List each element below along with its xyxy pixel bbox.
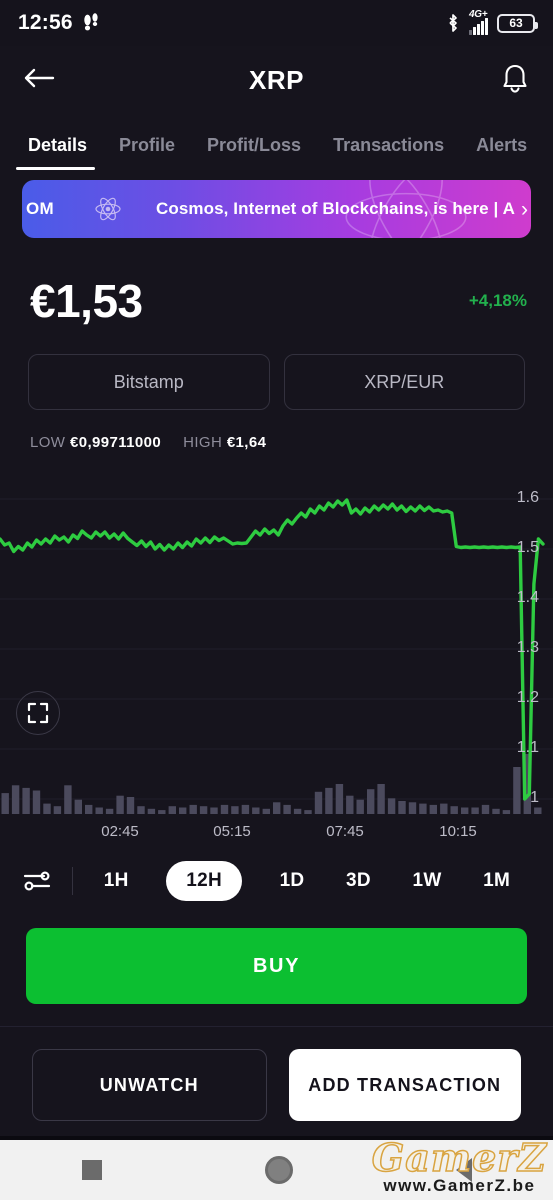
x-tick-label: 02:45 bbox=[101, 822, 139, 840]
tab-profit-loss[interactable]: Profit/Loss bbox=[191, 135, 317, 170]
chart-x-axis: 02:45 05:15 07:45 10:15 bbox=[0, 814, 553, 848]
high-stat: HIGH €1,64 bbox=[183, 434, 266, 451]
network-type-label: 4G+ bbox=[469, 8, 488, 20]
chart-settings-icon[interactable] bbox=[22, 868, 66, 894]
page-title: XRP bbox=[249, 64, 304, 95]
high-value: €1,64 bbox=[226, 434, 267, 451]
price-change-percent: +4,18% bbox=[468, 291, 527, 310]
circle-home-icon[interactable] bbox=[264, 1156, 293, 1184]
unwatch-button[interactable]: UNWATCH bbox=[32, 1049, 267, 1121]
footsteps-icon bbox=[83, 13, 99, 33]
high-label: HIGH bbox=[183, 434, 223, 451]
promo-banner-wrap: OM Cosmos, Internet of Blockchains, is h… bbox=[0, 170, 553, 238]
low-stat: LOW €0,99711000 bbox=[30, 434, 161, 451]
action-row: UNWATCH ADD TRANSACTION bbox=[0, 1027, 553, 1121]
buy-button[interactable]: BUY bbox=[26, 928, 527, 1004]
x-tick-label: 05:15 bbox=[213, 822, 251, 840]
price-chart[interactable]: 1.6 1.5 1.4 1.3 1.2 1.1 1 bbox=[0, 469, 553, 814]
exchange-selector[interactable]: Bitstamp bbox=[28, 354, 270, 410]
bell-icon bbox=[499, 61, 531, 100]
tab-transactions[interactable]: Transactions bbox=[317, 135, 460, 170]
low-value: €0,99711000 bbox=[69, 434, 162, 451]
timeframe-3d[interactable]: 3D bbox=[342, 862, 375, 900]
add-transaction-button[interactable]: ADD TRANSACTION bbox=[288, 1049, 521, 1121]
buy-zone: BUY bbox=[0, 914, 553, 1027]
banner-decoration bbox=[345, 180, 467, 238]
battery-icon: 63 bbox=[497, 13, 538, 33]
status-bar-right: 4G+ 63 bbox=[446, 8, 538, 35]
market-selectors: Bitstamp XRP/EUR bbox=[0, 328, 553, 410]
x-tick-label: 07:45 bbox=[326, 822, 364, 840]
timeframe-12h[interactable]: 12H bbox=[166, 861, 242, 901]
status-bar: 12:56 4G+ 63 bbox=[0, 0, 553, 46]
arrow-left-icon bbox=[22, 66, 56, 95]
pair-selector[interactable]: XRP/EUR bbox=[283, 354, 525, 410]
promo-banner[interactable]: OM Cosmos, Internet of Blockchains, is h… bbox=[22, 180, 531, 238]
timeframe-1m[interactable]: 1M bbox=[479, 862, 514, 900]
app-bar: XRP bbox=[0, 46, 553, 114]
bluetooth-icon bbox=[446, 13, 460, 33]
battery-level: 63 bbox=[509, 16, 523, 30]
timeframe-row: 1H 12H 1D 3D 1W 1M bbox=[0, 848, 553, 914]
system-nav-bar bbox=[0, 1140, 553, 1200]
price-row: €1,53 +4,18% bbox=[0, 238, 553, 328]
x-tick-label: 10:15 bbox=[439, 822, 477, 840]
tab-alerts[interactable]: Alerts bbox=[460, 135, 543, 170]
square-recents-icon[interactable] bbox=[81, 1160, 102, 1180]
alerts-bell-button[interactable] bbox=[487, 58, 531, 102]
status-bar-left: 12:56 bbox=[18, 11, 99, 35]
current-price: €1,53 bbox=[30, 275, 143, 327]
triangle-back-icon[interactable] bbox=[455, 1158, 472, 1182]
tab-profile[interactable]: Profile bbox=[103, 135, 191, 170]
timeframe-1h[interactable]: 1H bbox=[100, 862, 133, 900]
timeframe-options: 1H 12H 1D 3D 1W 1M bbox=[83, 861, 531, 901]
chevron-right-icon: › bbox=[521, 197, 528, 221]
tab-details[interactable]: Details bbox=[16, 135, 103, 170]
low-high-row: LOW €0,99711000 HIGH €1,64 bbox=[0, 410, 553, 451]
tab-bar: Details Profile Profit/Loss Transactions… bbox=[0, 114, 553, 170]
back-button[interactable] bbox=[22, 58, 66, 102]
chart-canvas bbox=[0, 498, 553, 814]
status-time: 12:56 bbox=[18, 11, 73, 34]
timeframe-1d[interactable]: 1D bbox=[276, 862, 309, 900]
timeframe-divider bbox=[72, 867, 73, 895]
banner-badge: OM bbox=[26, 199, 54, 218]
timeframe-1w[interactable]: 1W bbox=[408, 862, 445, 900]
cellular-signal-icon: 4G+ bbox=[469, 8, 488, 35]
atom-icon bbox=[94, 195, 122, 223]
app-screen: 12:56 4G+ 63 XRP Details Profile Profit/… bbox=[0, 0, 553, 1200]
fullscreen-expand-icon[interactable] bbox=[16, 691, 60, 735]
low-label: LOW bbox=[30, 434, 66, 451]
